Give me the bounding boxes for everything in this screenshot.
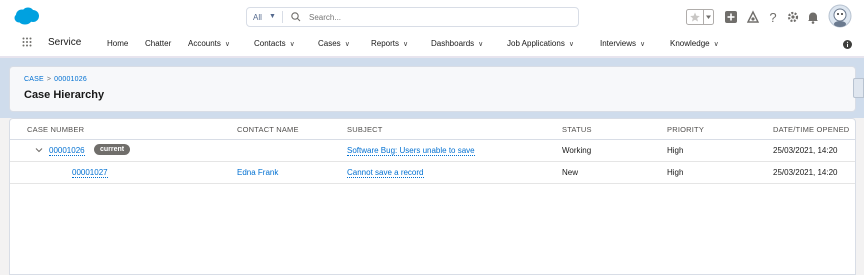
nav-item-accounts[interactable]: Accounts ∨	[188, 39, 230, 48]
app-navigation-bar: Service Home Chatter Accounts ∨ Contacts ∨…	[0, 34, 864, 58]
nav-item-reports[interactable]: Reports ∨	[371, 39, 408, 48]
nav-item-label: Contacts	[254, 39, 286, 48]
nav-item-job-applications[interactable]: Job Applications ∨	[507, 39, 574, 48]
table-row[interactable]: 00001026 current Software Bug: Users una…	[10, 140, 855, 162]
global-header: All ▼ ?	[0, 0, 864, 34]
app-launcher-icon[interactable]	[22, 37, 32, 47]
case-number-link[interactable]: 00001027	[72, 168, 108, 178]
salesforce-logo[interactable]	[14, 7, 40, 25]
status-value: New	[562, 168, 579, 177]
chevron-down-icon[interactable]: ∨	[569, 41, 574, 48]
chevron-down-icon[interactable]: ∨	[345, 41, 350, 48]
priority-value: High	[667, 146, 684, 155]
nav-item-home[interactable]: Home	[107, 39, 128, 48]
chevron-down-icon[interactable]: ∨	[640, 41, 645, 48]
search-icon	[291, 12, 301, 22]
collapse-chevron-icon[interactable]	[35, 146, 43, 154]
breadcrumb-parent[interactable]: CASE	[24, 76, 44, 83]
search-input[interactable]	[309, 10, 549, 24]
notifications-bell-icon[interactable]	[806, 9, 820, 25]
user-avatar[interactable]	[828, 4, 852, 28]
nav-item-label: Job Applications	[507, 39, 565, 48]
page-title: Case Hierarchy	[24, 89, 105, 101]
chevron-down-icon[interactable]: ∨	[225, 41, 230, 48]
search-divider	[282, 11, 283, 23]
search-scope-label[interactable]: All	[253, 13, 262, 22]
help-icon[interactable]: ?	[767, 9, 779, 25]
svg-text:?: ?	[769, 10, 776, 25]
info-icon[interactable]	[843, 40, 852, 49]
page-header: CASE >00001026 Case Hierarchy	[9, 66, 856, 112]
nav-item-label: Chatter	[145, 39, 172, 48]
nav-item-interviews[interactable]: Interviews ∨	[600, 39, 645, 48]
chevron-down-icon[interactable]: ∨	[403, 41, 408, 48]
utility-panel-handle[interactable]	[853, 78, 864, 98]
nav-item-knowledge[interactable]: Knowledge ∨	[670, 39, 719, 48]
case-hierarchy-grid: CASE NUMBER CONTACT NAME SUBJECT STATUS …	[9, 118, 856, 275]
breadcrumb-record[interactable]: 00001026	[54, 76, 87, 83]
column-header-case-number[interactable]: CASE NUMBER	[27, 125, 84, 134]
favorites-star-icon[interactable]	[686, 9, 714, 25]
nav-item-label: Cases	[318, 39, 341, 48]
trailhead-icon[interactable]	[746, 9, 760, 25]
table-row[interactable]: 00001027 Edna Frank Cannot save a record…	[10, 162, 855, 184]
subject-link[interactable]: Software Bug: Users unable to save	[347, 146, 475, 156]
grid-header: CASE NUMBER CONTACT NAME SUBJECT STATUS …	[10, 119, 855, 140]
chevron-down-icon[interactable]: ∨	[290, 41, 295, 48]
subject-link[interactable]: Cannot save a record	[347, 168, 424, 178]
status-value: Working	[562, 146, 592, 155]
global-search: All ▼	[246, 7, 579, 27]
column-header-status[interactable]: STATUS	[562, 125, 592, 134]
date-opened-value: 25/03/2021, 14:20	[773, 146, 838, 155]
nav-item-dashboards[interactable]: Dashboards ∨	[431, 39, 483, 48]
search-scope-caret-icon[interactable]: ▼	[269, 13, 276, 20]
nav-item-label: Reports	[371, 39, 400, 48]
contact-name-link[interactable]: Edna Frank	[237, 168, 278, 177]
column-header-subject[interactable]: SUBJECT	[347, 125, 383, 134]
column-header-contact-name[interactable]: CONTACT NAME	[237, 125, 299, 134]
nav-item-label: Knowledge	[670, 39, 710, 48]
chevron-down-icon[interactable]: ∨	[714, 41, 719, 48]
nav-item-cases[interactable]: Cases ∨	[318, 39, 350, 48]
nav-item-label: Home	[107, 39, 129, 48]
case-number-link[interactable]: 00001026	[49, 146, 85, 156]
breadcrumb: CASE >00001026	[24, 76, 87, 83]
nav-item-chatter[interactable]: Chatter	[145, 39, 171, 48]
chevron-down-icon[interactable]: ∨	[478, 41, 483, 48]
current-badge: current	[94, 144, 131, 155]
global-actions-add-icon[interactable]	[724, 9, 738, 25]
column-header-date-time-opened[interactable]: DATE/TIME OPENED	[773, 125, 849, 134]
date-opened-value: 25/03/2021, 14:20	[773, 168, 838, 177]
setup-gear-icon[interactable]	[786, 9, 800, 25]
nav-item-contacts[interactable]: Contacts ∨	[254, 39, 295, 48]
app-name: Service	[48, 37, 82, 48]
column-header-priority[interactable]: PRIORITY	[667, 125, 704, 134]
priority-value: High	[667, 168, 684, 177]
nav-item-label: Accounts	[188, 39, 221, 48]
nav-item-label: Dashboards	[431, 39, 475, 48]
nav-item-label: Interviews	[600, 39, 637, 48]
breadcrumb-separator: >	[46, 76, 52, 83]
